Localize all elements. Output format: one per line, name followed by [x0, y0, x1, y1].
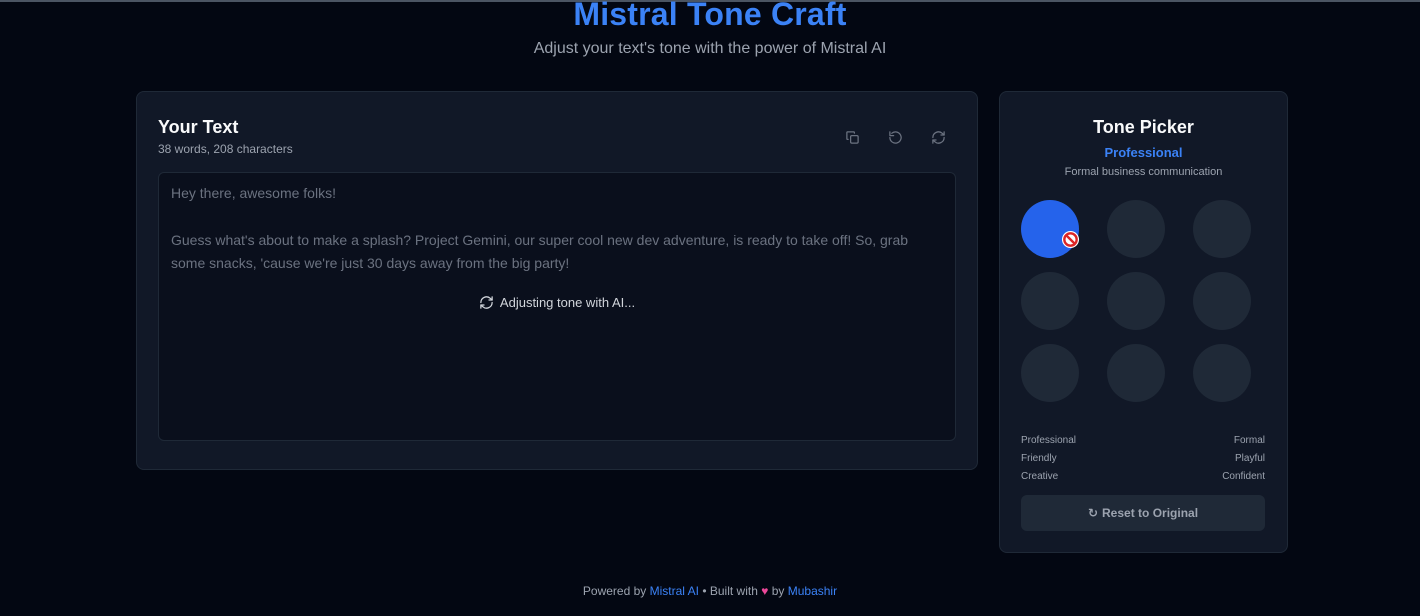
footer-by: by — [771, 584, 785, 598]
tone-label-left: Creative — [1021, 471, 1059, 482]
undo-button[interactable] — [883, 125, 907, 149]
tone-axis-labels: Professional Formal Friendly Playful Cre… — [1021, 432, 1265, 486]
editor-title: Your Text — [158, 117, 239, 137]
refresh-icon — [931, 130, 945, 144]
footer-powered-by: Powered by — [582, 584, 647, 598]
tone-label-left: Professional — [1021, 435, 1077, 446]
loading-indicator: Adjusting tone with AI... — [159, 295, 955, 310]
tone-cell[interactable] — [1021, 344, 1079, 402]
selected-tone: Professional — [1104, 145, 1183, 160]
copy-button[interactable] — [840, 125, 864, 149]
author-link[interactable]: Mubashir — [788, 584, 837, 598]
loading-text: Adjusting tone with AI... — [499, 295, 636, 310]
copy-icon — [845, 130, 859, 144]
selected-tone-description: Formal business communication — [1064, 166, 1223, 178]
tone-cell-active[interactable] — [1021, 200, 1080, 258]
text-paragraph: Guess what's about to make a splash? Pro… — [171, 232, 909, 248]
spinner-icon — [480, 296, 493, 309]
tone-cell[interactable] — [1193, 344, 1251, 402]
mistral-ai-link[interactable]: Mistral AI — [650, 584, 699, 598]
reset-label: Reset to Original — [1102, 506, 1199, 520]
text-paragraph: Hey there, awesome folks! — [171, 185, 336, 201]
footer-built-with: • Built with — [702, 584, 758, 598]
tone-grid — [1021, 200, 1253, 405]
tone-label-right: Playful — [1234, 453, 1265, 464]
reset-to-original-button[interactable]: ↻ Reset to Original — [1021, 495, 1265, 531]
tone-cell[interactable] — [1193, 200, 1251, 258]
tone-picker-panel: Tone Picker Professional Formal business… — [999, 91, 1288, 553]
text-input-area[interactable]: Hey there, awesome folks! Guess what's a… — [158, 172, 956, 441]
heart-icon: ♥ — [761, 584, 769, 598]
tone-picker-title: Tone Picker — [1093, 117, 1194, 137]
text-paragraph: some snacks, 'cause we're just 30 days a… — [171, 255, 570, 271]
page-subtitle: Adjust your text's tone with the power o… — [533, 40, 887, 57]
tone-label-right: Formal — [1233, 435, 1265, 446]
tone-cell[interactable] — [1021, 272, 1079, 330]
tone-cell[interactable] — [1193, 272, 1251, 330]
reset-icon: ↻ — [1087, 506, 1099, 520]
undo-icon — [888, 130, 902, 144]
text-editor-panel: Your Text 38 words, 208 characters Hey t… — [136, 91, 978, 470]
footer: Powered by Mistral AI • Built with ♥ by … — [0, 584, 1420, 598]
tone-label-left: Friendly — [1021, 453, 1057, 464]
page-title: Mistral Tone Craft — [573, 0, 847, 32]
tone-cell[interactable] — [1107, 344, 1165, 402]
not-allowed-icon — [1061, 230, 1080, 249]
refresh-button[interactable] — [926, 125, 950, 149]
word-count-stats: 38 words, 208 characters — [158, 142, 293, 156]
tone-label-right: Confident — [1222, 471, 1265, 482]
tone-cell[interactable] — [1107, 272, 1165, 330]
tone-cell[interactable] — [1107, 200, 1165, 258]
